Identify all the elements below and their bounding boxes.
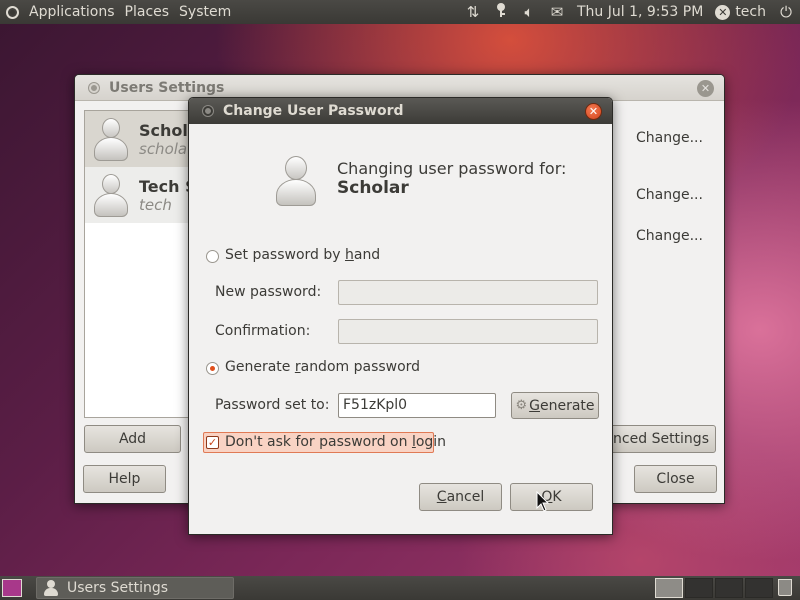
- close-window-icon[interactable]: ✕: [697, 80, 714, 97]
- volume-icon[interactable]: 🔈︎: [515, 3, 543, 21]
- ubuntu-logo-icon[interactable]: [0, 0, 24, 24]
- window-menu-icon[interactable]: [89, 82, 99, 93]
- window-menu-icon[interactable]: [203, 106, 213, 116]
- user-status-icon: ✕: [715, 4, 731, 20]
- password-set-label: Password set to:: [215, 397, 330, 413]
- window-title: Users Settings: [109, 79, 225, 96]
- new-password-field[interactable]: [338, 280, 598, 305]
- gear-icon: ⚙: [515, 398, 528, 413]
- cancel-button[interactable]: Cancel: [419, 483, 502, 511]
- workspace-2[interactable]: [685, 578, 713, 598]
- advanced-settings-button[interactable]: anced Settings: [603, 425, 716, 453]
- workspace-3[interactable]: [715, 578, 743, 598]
- change-name-link[interactable]: Change...: [636, 130, 703, 146]
- dialog-user-name: Scholar: [337, 178, 409, 198]
- dialog-titlebar[interactable]: Change User Password: [189, 98, 612, 124]
- change-password-dialog: Change User Password ✕ Changing user pas…: [188, 97, 613, 535]
- workspace-4[interactable]: [745, 578, 773, 598]
- places-menu[interactable]: Places: [120, 0, 175, 24]
- trash-icon[interactable]: [778, 579, 792, 596]
- taskbar-item-label: Users Settings: [67, 580, 169, 596]
- system-menu[interactable]: System: [174, 0, 236, 24]
- ok-button[interactable]: OK: [510, 483, 593, 511]
- mail-icon[interactable]: ✉: [543, 3, 571, 21]
- dialog-title: Change User Password: [223, 103, 404, 119]
- bottom-panel: Users Settings: [0, 576, 800, 600]
- new-password-label: New password:: [215, 284, 322, 300]
- main-menu: Applications Places System: [0, 0, 236, 24]
- dont-ask-checkbox[interactable]: ✓: [206, 436, 219, 449]
- generate-random-label[interactable]: Generate random password: [225, 359, 420, 375]
- help-button[interactable]: Help: [83, 465, 166, 493]
- system-tray: ⇅ 🔈︎ ✉ Thu Jul 1, 9:53 PM ✕ tech ⏻: [459, 0, 800, 24]
- change-account-type-link[interactable]: Change...: [636, 187, 703, 203]
- show-desktop-icon[interactable]: [2, 579, 22, 597]
- taskbar-item-users-settings[interactable]: Users Settings: [36, 577, 234, 599]
- user-menu[interactable]: ✕ tech: [709, 4, 772, 20]
- add-user-button[interactable]: Add: [84, 425, 181, 453]
- users-settings-icon: [43, 580, 59, 596]
- generate-random-radio[interactable]: [206, 362, 219, 375]
- update-icon[interactable]: [487, 2, 515, 22]
- set-by-hand-radio[interactable]: [206, 250, 219, 263]
- user-avatar-icon: [275, 155, 317, 207]
- network-icon[interactable]: ⇅: [459, 3, 487, 21]
- user-avatar-icon: [93, 172, 129, 218]
- close-button[interactable]: Close: [634, 465, 717, 493]
- applications-menu[interactable]: Applications: [24, 0, 120, 24]
- generated-password-field[interactable]: F51zKpl0: [338, 393, 496, 418]
- confirmation-label: Confirmation:: [215, 323, 311, 339]
- confirmation-field[interactable]: [338, 319, 598, 344]
- user-avatar-icon: [93, 116, 129, 162]
- workspace-1[interactable]: [655, 578, 683, 598]
- power-icon[interactable]: ⏻: [772, 3, 800, 21]
- dont-ask-label[interactable]: Don't ask for password on login: [225, 434, 446, 450]
- generate-button[interactable]: ⚙ Generate: [511, 392, 599, 419]
- mouse-pointer-icon: [536, 491, 550, 512]
- top-panel: Applications Places System ⇅ 🔈︎ ✉ Thu Ju…: [0, 0, 800, 24]
- change-password-link[interactable]: Change...: [636, 228, 703, 244]
- clock[interactable]: Thu Jul 1, 9:53 PM: [571, 4, 709, 20]
- close-dialog-icon[interactable]: ✕: [585, 103, 602, 120]
- dialog-heading: Changing user password for:: [337, 159, 567, 178]
- user-name: tech: [735, 4, 766, 20]
- set-by-hand-label[interactable]: Set password by hand: [225, 247, 380, 263]
